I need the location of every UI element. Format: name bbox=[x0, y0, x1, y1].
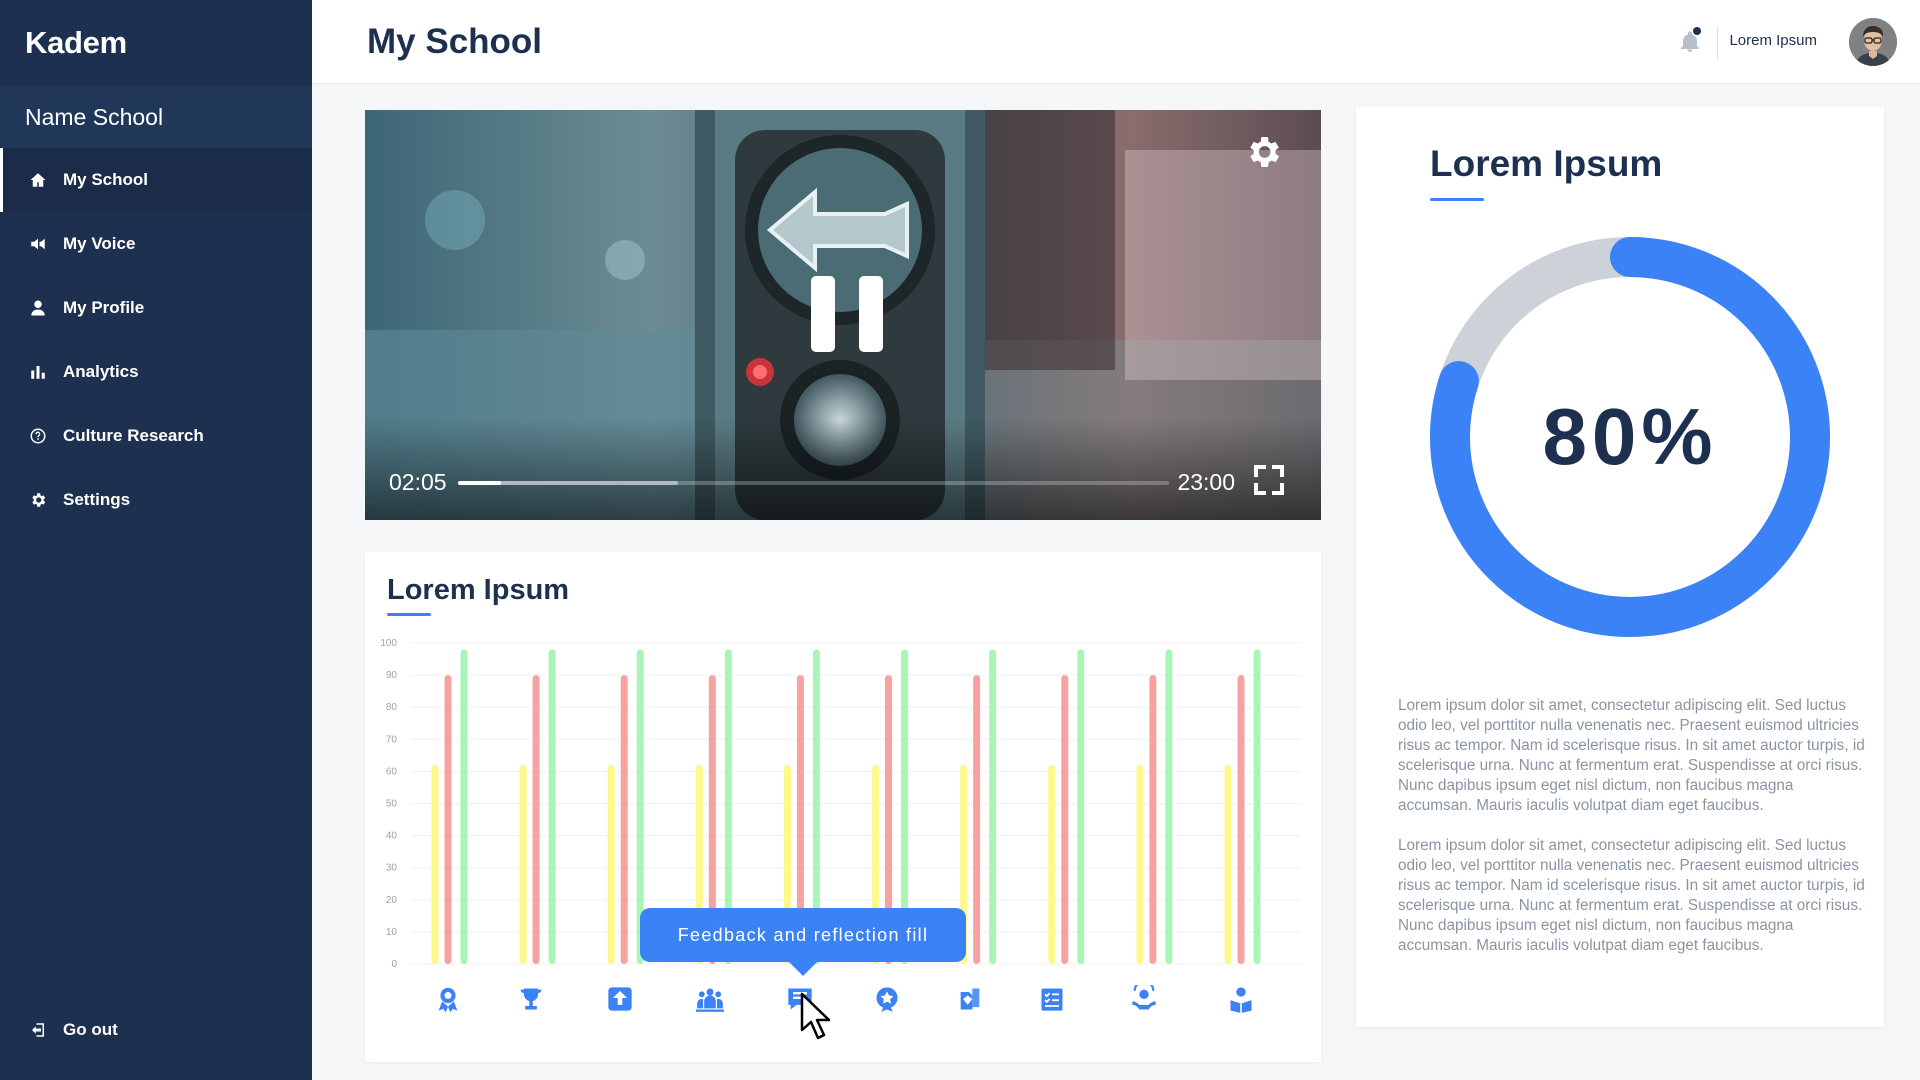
sidebar-item-analytics[interactable]: Analytics bbox=[0, 340, 312, 404]
sidebar-item-my-profile[interactable]: My Profile bbox=[0, 276, 312, 340]
checklist-icon[interactable] bbox=[1038, 985, 1066, 1013]
y-tick-label: 60 bbox=[386, 766, 398, 777]
bar bbox=[989, 649, 997, 964]
support-icon[interactable] bbox=[1130, 980, 1158, 1013]
y-tick-label: 0 bbox=[391, 959, 397, 970]
avatar[interactable] bbox=[1849, 18, 1897, 66]
notification-bell-icon[interactable] bbox=[1678, 27, 1702, 54]
y-tick-label: 40 bbox=[386, 831, 398, 842]
medal-icon[interactable] bbox=[434, 985, 462, 1013]
pause-bar-left bbox=[811, 276, 835, 352]
summary-paragraph: Lorem ipsum dolor sit amet, consectetur … bbox=[1398, 697, 1865, 814]
reading-icon[interactable] bbox=[1227, 985, 1255, 1013]
y-tick-label: 50 bbox=[386, 799, 398, 810]
bar bbox=[973, 675, 981, 964]
user-name[interactable]: Lorem Ipsum bbox=[1729, 32, 1817, 49]
bar bbox=[607, 764, 615, 964]
y-tick-label: 90 bbox=[386, 670, 398, 681]
video-progress-bar[interactable] bbox=[458, 481, 1169, 485]
help-circle-icon bbox=[29, 427, 47, 445]
bar bbox=[444, 675, 452, 964]
sidebar-item-settings[interactable]: Settings bbox=[0, 468, 312, 532]
bar bbox=[1136, 764, 1144, 964]
bar bbox=[1048, 764, 1056, 964]
pause-bar-right bbox=[859, 276, 883, 352]
sidebar-item-label: Culture Research bbox=[63, 426, 204, 445]
summary-card: Lorem Ipsum 80% Lorem ipsum dolor sit am… bbox=[1356, 107, 1884, 1027]
user-icon bbox=[29, 299, 47, 317]
y-tick-label: 20 bbox=[386, 895, 398, 906]
chart-card: Lorem Ipsum 0 10 20 30 40 50 60 70 80 90 100 Feedb… bbox=[365, 552, 1321, 1062]
fullscreen-icon[interactable] bbox=[1253, 464, 1285, 496]
y-tick-label: 80 bbox=[386, 702, 398, 713]
summary-paragraph: Lorem ipsum dolor sit amet, consectetur … bbox=[1398, 837, 1865, 954]
logout-icon bbox=[29, 1021, 47, 1039]
feedback-icon[interactable] bbox=[786, 985, 814, 1013]
sidebar-item-label: My School bbox=[63, 170, 149, 189]
notification-dot bbox=[1693, 27, 1701, 35]
logout-button[interactable]: Go out bbox=[29, 1020, 118, 1040]
bar bbox=[532, 675, 540, 964]
bar bbox=[519, 764, 527, 964]
bar bbox=[1224, 764, 1232, 964]
y-tick-label: 30 bbox=[386, 863, 398, 874]
bar bbox=[1149, 675, 1157, 964]
donut-percent-label: 80% bbox=[1542, 392, 1718, 481]
summary-card-title: Lorem Ipsum bbox=[1430, 143, 1663, 184]
y-tick-label: 70 bbox=[386, 734, 398, 745]
page-title: My School bbox=[367, 22, 543, 61]
total-time: 23:00 bbox=[1177, 469, 1235, 495]
school-name: Name School bbox=[0, 86, 312, 148]
sidebar-item-label: My Voice bbox=[63, 234, 136, 253]
sidebar-item-label: Settings bbox=[63, 490, 131, 509]
current-time: 02:05 bbox=[389, 469, 447, 495]
bar bbox=[1253, 649, 1261, 964]
sidebar-item-culture-research[interactable]: Culture Research bbox=[0, 404, 312, 468]
bar bbox=[548, 649, 556, 964]
sidebar-nav: My School My Voice My Profile Analytics … bbox=[0, 148, 312, 532]
trophy-icon[interactable] bbox=[517, 985, 545, 1013]
home-icon bbox=[29, 171, 47, 189]
bar bbox=[1165, 649, 1173, 964]
header-divider bbox=[1717, 26, 1718, 60]
bar bbox=[431, 764, 439, 964]
team-icon[interactable] bbox=[696, 985, 724, 1013]
brand-logo[interactable]: Kadem bbox=[0, 0, 312, 86]
video-player[interactable]: 02:05 23:00 bbox=[365, 110, 1321, 520]
star-badge-icon[interactable] bbox=[873, 985, 901, 1013]
gear-icon bbox=[29, 491, 47, 509]
chart-tooltip: Feedback and reflection fill bbox=[640, 908, 966, 976]
video-settings-icon[interactable] bbox=[1243, 132, 1283, 172]
sidebar-item-my-voice[interactable]: My Voice bbox=[0, 212, 312, 276]
bar-chart-icon bbox=[29, 363, 47, 381]
pause-button[interactable] bbox=[811, 276, 883, 352]
sidebar-item-label: Analytics bbox=[63, 362, 139, 381]
bar bbox=[1061, 675, 1069, 964]
handshake-icon[interactable] bbox=[956, 985, 984, 1013]
y-tick-label: 10 bbox=[386, 927, 398, 938]
video-progress-fill bbox=[458, 481, 501, 485]
sidebar-item-label: My Profile bbox=[63, 298, 145, 317]
y-tick-label: 100 bbox=[380, 638, 397, 649]
logout-label: Go out bbox=[63, 1020, 118, 1039]
bar bbox=[1077, 649, 1085, 964]
bar bbox=[620, 675, 628, 964]
upload-icon[interactable] bbox=[606, 985, 634, 1013]
sidebar-item-my-school[interactable]: My School bbox=[0, 148, 312, 212]
bar-chart: 0 10 20 30 40 50 60 70 80 90 100 bbox=[380, 638, 1301, 970]
top-header: My School Lorem Ipsum bbox=[312, 0, 1920, 84]
sidebar: Kadem Name School My School My Voice My … bbox=[0, 0, 312, 1080]
bar bbox=[1237, 675, 1245, 964]
megaphone-icon bbox=[29, 235, 47, 253]
title-underline bbox=[1430, 198, 1484, 201]
bar bbox=[460, 649, 468, 964]
